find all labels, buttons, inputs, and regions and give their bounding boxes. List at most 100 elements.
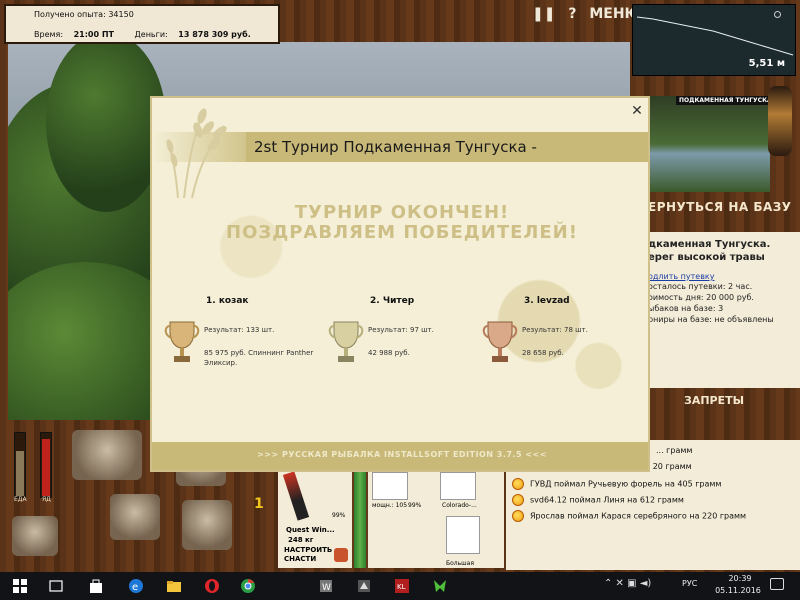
lure-icon[interactable] bbox=[446, 516, 480, 554]
store-icon[interactable] bbox=[88, 578, 104, 594]
line-name: Colorado-... bbox=[442, 502, 477, 509]
notifications-icon[interactable] bbox=[770, 578, 784, 590]
tension-bar bbox=[354, 470, 366, 568]
svg-text:W: W bbox=[322, 583, 331, 593]
bag-icon[interactable] bbox=[12, 516, 58, 556]
close-icon[interactable]: ✕ bbox=[630, 104, 644, 118]
windows-start-icon[interactable] bbox=[12, 578, 28, 594]
help-button[interactable]: ? bbox=[568, 6, 576, 22]
food-meter bbox=[14, 432, 26, 498]
silver-cup-icon bbox=[328, 321, 364, 362]
klev-icon[interactable]: KL bbox=[394, 578, 410, 594]
winner-second: 2. Читер Результат: 97 шт. 42 988 руб. bbox=[328, 296, 478, 386]
edge-icon[interactable]: e bbox=[128, 578, 144, 594]
experience-label: Получено опыта: bbox=[34, 10, 106, 19]
winner-prize: 85 975 руб. Спиннинг Panther Эликсир. bbox=[204, 349, 314, 367]
clock-date[interactable]: 05.11.2016 bbox=[712, 586, 764, 595]
location-spot: ерег высокой травы bbox=[648, 252, 765, 263]
time-value: 21:00 ПТ bbox=[73, 30, 114, 39]
poison-label: ЯД bbox=[42, 496, 51, 503]
task-view-icon[interactable] bbox=[48, 578, 64, 594]
explorer-icon[interactable] bbox=[166, 578, 182, 594]
backpack-icon[interactable] bbox=[72, 430, 142, 480]
log-entry: Ярослав поймал Карася серебряного на 220… bbox=[512, 510, 746, 526]
winner-prize: 42 988 руб. bbox=[368, 349, 410, 357]
tournament-over-heading: ТУРНИР ОКОНЧЕН! bbox=[294, 202, 510, 223]
wows-icon[interactable] bbox=[356, 578, 372, 594]
bronze-cup-icon bbox=[482, 321, 518, 362]
log-entry: ГУВД поймал Ручьевую форель на 405 грамм bbox=[512, 478, 721, 494]
extend-ticket-link[interactable]: одлить путевку bbox=[648, 272, 800, 281]
lantern-icon bbox=[768, 86, 792, 156]
depth-chart-panel: 5,51 м bbox=[632, 4, 796, 76]
lure-name: Большая bbox=[446, 560, 474, 567]
wood-frame-left bbox=[0, 0, 8, 572]
wheat-icon bbox=[166, 108, 227, 199]
winner-first: 1. козак Результат: 133 шт. 85 975 руб. … bbox=[164, 296, 314, 386]
base-info-panel: дкаменная Тунгуска. ерег высокой травы о… bbox=[648, 232, 800, 388]
money-value: 13 878 309 руб. bbox=[178, 30, 251, 39]
time-label: Время: bbox=[34, 30, 64, 39]
player-stats-box: Получено опыта: 34150 Время: 21:00 ПТ Де… bbox=[4, 4, 280, 44]
chrome-icon[interactable] bbox=[240, 578, 256, 594]
rod-condition: 99% bbox=[332, 512, 346, 519]
close-icon[interactable] bbox=[774, 11, 781, 18]
winner-result: Результат: 97 шт. bbox=[368, 326, 434, 334]
line-icon[interactable] bbox=[440, 472, 476, 500]
reel-icon[interactable] bbox=[372, 472, 408, 500]
setup-tackle-label-1: НАСТРОИТЬ bbox=[284, 546, 333, 554]
winner-name: 3. levzad bbox=[524, 296, 570, 306]
setup-tackle-label-2: СНАСТИ bbox=[284, 555, 317, 563]
tournaments-status: рниры на базе: не объявлены bbox=[648, 315, 774, 324]
bans-button[interactable]: ЗАПРЕТЫ bbox=[684, 394, 744, 407]
clock-time[interactable]: 20:39 bbox=[720, 574, 760, 583]
rod-weight: 248 кг bbox=[288, 536, 314, 544]
log-entry: svd64.12 поймал Линя на 612 грамм bbox=[512, 494, 684, 510]
system-tray-icons[interactable]: ⌃ ✕ ▣ ◄) bbox=[604, 578, 651, 589]
smiley-icon bbox=[512, 510, 524, 522]
location-name: дкаменная Тунгуска. bbox=[648, 239, 771, 250]
tent-icon[interactable] bbox=[110, 494, 160, 540]
fishers-count: ыбаков на базе: 3 bbox=[648, 304, 724, 313]
gold-cup-icon bbox=[164, 321, 200, 362]
experience-value: 34150 bbox=[108, 10, 134, 19]
poison-meter bbox=[40, 432, 52, 498]
rod-slot[interactable]: 99% Quest Win... 248 кг НАСТРОИТЬ СНАСТИ bbox=[278, 470, 352, 568]
congratulations-heading: ПОЗДРАВЛЯЕМ ПОБЕДИТЕЛЕЙ! bbox=[226, 222, 578, 243]
return-to-base-button[interactable]: ЕРНУТЬСЯ НА БАЗУ bbox=[648, 200, 792, 214]
keepnet-icon[interactable] bbox=[182, 500, 232, 550]
opera-icon[interactable] bbox=[204, 578, 220, 594]
rod-name: Quest Win... bbox=[286, 526, 335, 534]
wot-icon[interactable]: W bbox=[318, 578, 334, 594]
winner-prize: 28 658 руб. bbox=[522, 349, 564, 357]
language-indicator[interactable]: РУС bbox=[682, 579, 697, 588]
setup-tackle-button[interactable]: НАСТРОИТЬ СНАСТИ bbox=[284, 546, 332, 564]
pause-icon[interactable]: ❚❚ bbox=[532, 6, 555, 22]
winner-result: Результат: 133 шт. bbox=[204, 326, 275, 334]
tools-icon[interactable] bbox=[334, 548, 348, 562]
dialog-title: 2st Турнир Подкаменная Тунгуска - bbox=[254, 138, 537, 156]
reel-power: мощн.: 105 bbox=[372, 502, 408, 509]
winner-result: Результат: 78 шт. bbox=[522, 326, 588, 334]
version-footer: >>> РУССКАЯ РЫБАЛКА INSTALLSOFT EDITION … bbox=[257, 450, 547, 459]
food-meter-fill bbox=[16, 451, 24, 496]
tackle-panel: мощн.: 105 99% Colorado-... Большая bbox=[368, 470, 504, 568]
winner-name: 2. Читер bbox=[370, 296, 415, 306]
food-label: ЕДА bbox=[14, 496, 27, 503]
poison-meter-fill bbox=[42, 438, 50, 496]
tournament-results-dialog: 2st Турнир Подкаменная Тунгуска - ✕ ТУРН… bbox=[150, 96, 650, 472]
game-icon[interactable] bbox=[432, 578, 448, 594]
svg-text:e: e bbox=[132, 582, 138, 593]
winner-third: 3. levzad Результат: 78 шт. 28 658 руб. bbox=[482, 296, 632, 386]
winner-name: 1. козак bbox=[206, 296, 249, 306]
ticket-remaining: осталось путевки: 2 час. bbox=[648, 282, 753, 291]
money-label: Деньги: bbox=[134, 30, 168, 39]
rod-icon bbox=[282, 471, 310, 521]
reel-condition: 99% bbox=[408, 502, 422, 509]
day-price: оимость дня: 20 000 руб. bbox=[648, 293, 754, 302]
smiley-icon bbox=[512, 478, 524, 490]
base-photo-caption: ПОДКАМЕННАЯ ТУНГУСКА bbox=[676, 96, 775, 105]
depth-value: 5,51 м bbox=[748, 58, 785, 69]
smiley-icon bbox=[512, 494, 524, 506]
rod-slot-number[interactable]: 1 bbox=[254, 496, 264, 512]
